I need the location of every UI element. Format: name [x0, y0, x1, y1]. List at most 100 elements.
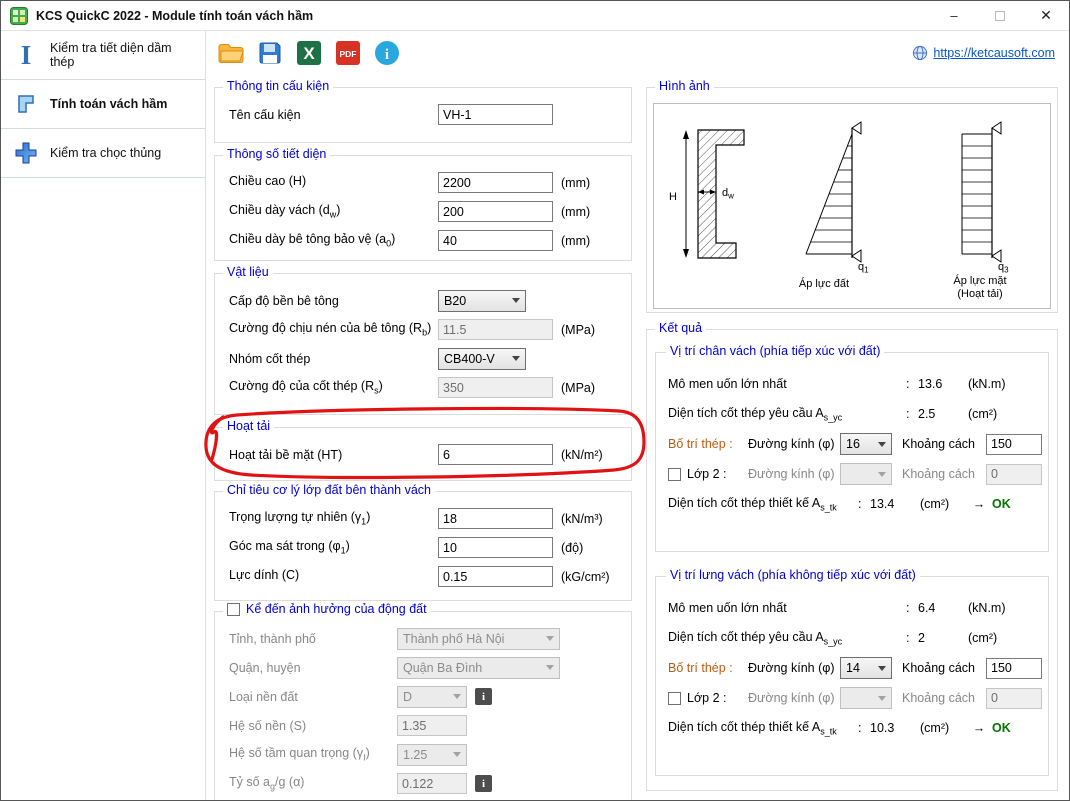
moment-unit: (kN.m) [968, 601, 1006, 615]
group-title: Hình ảnh [655, 79, 714, 93]
height-unit: (mm) [561, 176, 621, 190]
open-file-button[interactable] [216, 38, 246, 68]
city-dropdown: Thành phố Hà Nội [397, 628, 560, 650]
height-input[interactable] [438, 172, 553, 193]
spacing-input[interactable] [986, 434, 1042, 455]
soil-type-row: Loại nền đất D i [215, 682, 631, 711]
info-icon: i [374, 40, 400, 66]
save-button[interactable] [255, 38, 285, 68]
dropdown-value: Quận Ba Đình [403, 661, 542, 675]
label-part: ) [366, 510, 370, 524]
ibeam-glyph: I [21, 42, 32, 69]
website-link[interactable]: https://ketcausoft.com [933, 46, 1055, 60]
required-steel-label: Diện tích cốt thép yêu cầu As_yc [668, 406, 906, 423]
sidebar-item-punching-check[interactable]: Kiểm tra chọc thủng [1, 129, 205, 178]
layer2-diameter-label: Đường kính (φ) [748, 691, 840, 705]
layer2-row: Lớp 2 : Đường kính (φ) Khoảng cách [656, 683, 1048, 713]
importance-factor-dropdown: 1.25 [397, 744, 467, 766]
wall-diagram-panel: H dw [653, 103, 1051, 309]
info-button[interactable]: i [372, 38, 402, 68]
required-steel-unit: (cm²) [968, 407, 997, 421]
spacing-label: Khoảng cách [902, 437, 986, 451]
result-column: Hình ảnh [646, 87, 1058, 791]
group-title: Vật liệu [223, 265, 273, 279]
diameter-dropdown[interactable]: 14 [840, 657, 892, 679]
export-excel-button[interactable]: X [294, 38, 324, 68]
layer2-checkbox[interactable] [668, 692, 681, 705]
component-name-input[interactable] [438, 104, 553, 125]
steel-group-dropdown[interactable]: CB400-V [438, 348, 526, 370]
wall-thickness-unit: (mm) [561, 205, 621, 219]
dim-dw-label: dw [722, 187, 734, 201]
diameter-label: Đường kính (φ) [748, 437, 840, 451]
concrete-grade-dropdown[interactable]: B20 [438, 290, 526, 312]
chevron-down-icon [512, 356, 520, 361]
label-part: s_tk [820, 726, 837, 736]
svg-text:i: i [385, 47, 389, 63]
layer2-checkbox[interactable] [668, 468, 681, 481]
wall-thickness-input[interactable] [438, 201, 553, 222]
seismic-checkbox[interactable] [227, 603, 240, 616]
sidebar-item-label: Tính toán vách hầm [50, 97, 167, 111]
diameter-dropdown[interactable]: 16 [840, 433, 892, 455]
ground-factor-input [397, 715, 467, 736]
status-badge: OK [992, 497, 1011, 511]
sidebar-item-label: Kiểm tra tiết diện dầm thép [50, 41, 197, 69]
soil-type-info-button[interactable]: i [475, 688, 492, 705]
group-section-params: Thông số tiết diện Chiều cao (H) (mm) Ch… [214, 155, 632, 261]
cohesion-label: Lực dính (C) [229, 568, 438, 585]
export-pdf-button[interactable]: PDF [333, 38, 363, 68]
spacing-input[interactable] [986, 658, 1042, 679]
arrange-label: Bố trí thép : [668, 437, 748, 451]
sidebar-item-basement-wall[interactable]: Tính toán vách hầm [1, 80, 205, 129]
colon: : [906, 601, 918, 615]
concrete-strength-unit: (MPa) [561, 323, 621, 337]
label-part: Chiều dày bê tông bảo vệ (a [229, 232, 386, 246]
layer2-label: Lớp 2 : [687, 691, 748, 705]
dim-H-label: H [669, 191, 677, 203]
friction-angle-input[interactable] [438, 537, 553, 558]
label-part: Diện tích cốt thép thiết kế A [668, 720, 820, 734]
colon: : [906, 631, 918, 645]
maximize-button [977, 1, 1023, 31]
titlebar: KCS QuickC 2022 - Module tính toán vách … [1, 1, 1069, 31]
cover-thickness-input[interactable] [438, 230, 553, 251]
required-steel-value: 2 [918, 631, 968, 645]
design-steel-unit: (cm²) [920, 721, 966, 735]
cohesion-unit: (kG/cm²) [561, 570, 621, 584]
dropdown-value: CB400-V [444, 352, 508, 366]
group-component-info: Thông tin cấu kiện Tên cấu kiện [214, 87, 632, 143]
steel-beam-icon: I [11, 40, 41, 70]
surface-load-input[interactable] [438, 444, 553, 465]
moment-label: Mô men uốn lớn nhất [668, 601, 906, 615]
cohesion-row: Lực dính (C) (kG/cm²) [215, 562, 631, 591]
cohesion-input[interactable] [438, 566, 553, 587]
chevron-down-icon [878, 442, 886, 447]
required-steel-label: Diện tích cốt thép yêu cầu As_yc [668, 630, 906, 647]
importance-factor-row: Hệ số tầm quan trọng (γI) 1.25 [215, 740, 631, 769]
required-steel-row: Diện tích cốt thép yêu cầu As_yc : 2 (cm… [656, 623, 1048, 653]
earth-pressure-caption: Áp lực đất [799, 277, 849, 290]
group-live-load: Hoạt tải Hoạt tải bề mặt (HT) (kN/m²) [214, 427, 632, 481]
wall-thickness-label: Chiều dày vách (dw) [229, 203, 438, 220]
arrow-icon: → [966, 497, 992, 511]
close-button[interactable]: ✕ [1023, 1, 1069, 31]
accel-ratio-info-button[interactable]: i [475, 775, 492, 792]
moment-row: Mô men uốn lớn nhất : 6.4 (kN.m) [656, 593, 1048, 623]
sidebar-item-steel-beam-check[interactable]: I Kiểm tra tiết diện dầm thép [1, 31, 205, 80]
result-section-title: Vị trí lưng vách (phía không tiếp xúc vớ… [666, 568, 920, 582]
accel-ratio-input [397, 773, 467, 794]
minimize-button[interactable]: – [931, 1, 977, 31]
district-label: Quận, huyện [229, 661, 397, 675]
label-part: Góc ma sát trong (φ [229, 539, 341, 553]
app-window: KCS QuickC 2022 - Module tính toán vách … [0, 0, 1070, 801]
unit-weight-input[interactable] [438, 508, 553, 529]
steel-group-row: Nhóm cốt thép CB400-V [215, 344, 631, 373]
unit-weight-row: Trọng lượng tự nhiên (γ1) (kN/m³) [215, 504, 631, 533]
surface-load-unit: (kN/m²) [561, 448, 621, 462]
surface-pressure-caption-1: Áp lực mặt [953, 274, 1006, 287]
colon: : [858, 721, 870, 735]
seismic-title-label: Kể đến ảnh hưởng của động đất [246, 602, 427, 616]
unit-weight-label: Trọng lượng tự nhiên (γ1) [229, 510, 438, 527]
design-steel-value: 10.3 [870, 721, 920, 735]
